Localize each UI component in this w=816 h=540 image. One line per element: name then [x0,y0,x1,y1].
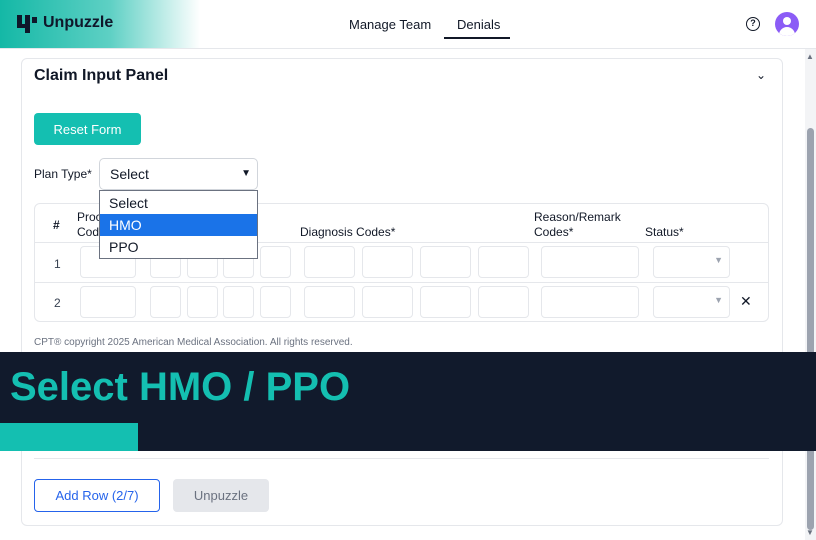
instruction-text: Select HMO / PPO [10,365,351,409]
select-arrow-icon: ▼ [241,168,251,179]
status-select[interactable]: ▼ [653,286,730,318]
nav-manage-team[interactable]: Manage Team [349,17,431,32]
col-header-procedure-2: Cod [77,225,100,239]
scrollbar-thumb[interactable] [807,128,814,530]
nav-denials[interactable]: Denials [457,17,500,32]
diagnosis-code-input[interactable] [420,286,471,318]
col-header-status: Status* [645,225,684,239]
row-number: 2 [54,296,61,310]
col-header-number: # [53,218,60,232]
procedure-code-input[interactable] [80,286,136,318]
diagnosis-code-input[interactable] [420,246,471,278]
diagnosis-code-input[interactable] [362,286,413,318]
status-select[interactable]: ▼ [653,246,730,278]
chevron-down-icon[interactable]: ⌄ [756,68,766,82]
row-divider [35,282,768,283]
user-avatar[interactable] [775,12,799,36]
delete-row-icon[interactable]: ✕ [740,293,752,310]
help-icon[interactable]: ? [746,17,760,31]
avatar-body [779,27,795,36]
chevron-down-icon: ▼ [714,255,723,265]
chevron-down-icon: ▼ [714,295,723,305]
option-select[interactable]: Select [100,192,257,214]
active-tab-indicator [444,37,510,39]
scroll-up-arrow-icon[interactable]: ▲ [806,52,814,61]
modifier-input[interactable] [260,246,291,278]
copyright-notice: CPT® copyright 2025 American Medical Ass… [34,337,353,348]
banner-accent-bar [0,423,138,451]
col-header-diagnosis: Diagnosis Codes* [300,225,396,239]
modifier-input[interactable] [223,286,254,318]
diagnosis-code-input[interactable] [304,246,355,278]
unpuzzle-logo-icon[interactable] [16,13,38,35]
brand-name[interactable]: Unpuzzle [43,14,113,32]
add-row-button[interactable]: Add Row (2/7) [34,479,160,512]
col-header-reason-2: Codes* [534,225,574,239]
plan-type-select[interactable]: Select ▼ [99,158,258,190]
top-navbar: Unpuzzle Manage Team Denials ? [0,0,816,49]
diagnosis-code-input[interactable] [304,286,355,318]
unpuzzle-button[interactable]: Unpuzzle [173,479,269,512]
modifier-input[interactable] [150,286,181,318]
plan-select-value: Select [110,166,149,182]
panel-title: Claim Input Panel [34,67,169,84]
option-hmo[interactable]: HMO [100,214,257,236]
row-number: 1 [54,257,61,271]
avatar-head [783,17,791,25]
reason-code-input[interactable] [541,286,639,318]
diagnosis-code-input[interactable] [478,286,529,318]
option-ppo[interactable]: PPO [100,236,257,258]
reason-code-input[interactable] [541,246,639,278]
scroll-down-arrow-icon[interactable]: ▼ [806,528,814,537]
modifier-input[interactable] [187,286,218,318]
col-header-procedure-1: Proc [77,210,102,224]
plan-type-options: Select HMO PPO [99,190,258,259]
modifier-input[interactable] [260,286,291,318]
diagnosis-code-input[interactable] [362,246,413,278]
diagnosis-code-input[interactable] [478,246,529,278]
reset-form-button[interactable]: Reset Form [34,113,141,145]
plan-type-label: Plan Type* [34,167,92,181]
divider [34,458,769,459]
col-header-reason-1: Reason/Remark [534,210,621,224]
